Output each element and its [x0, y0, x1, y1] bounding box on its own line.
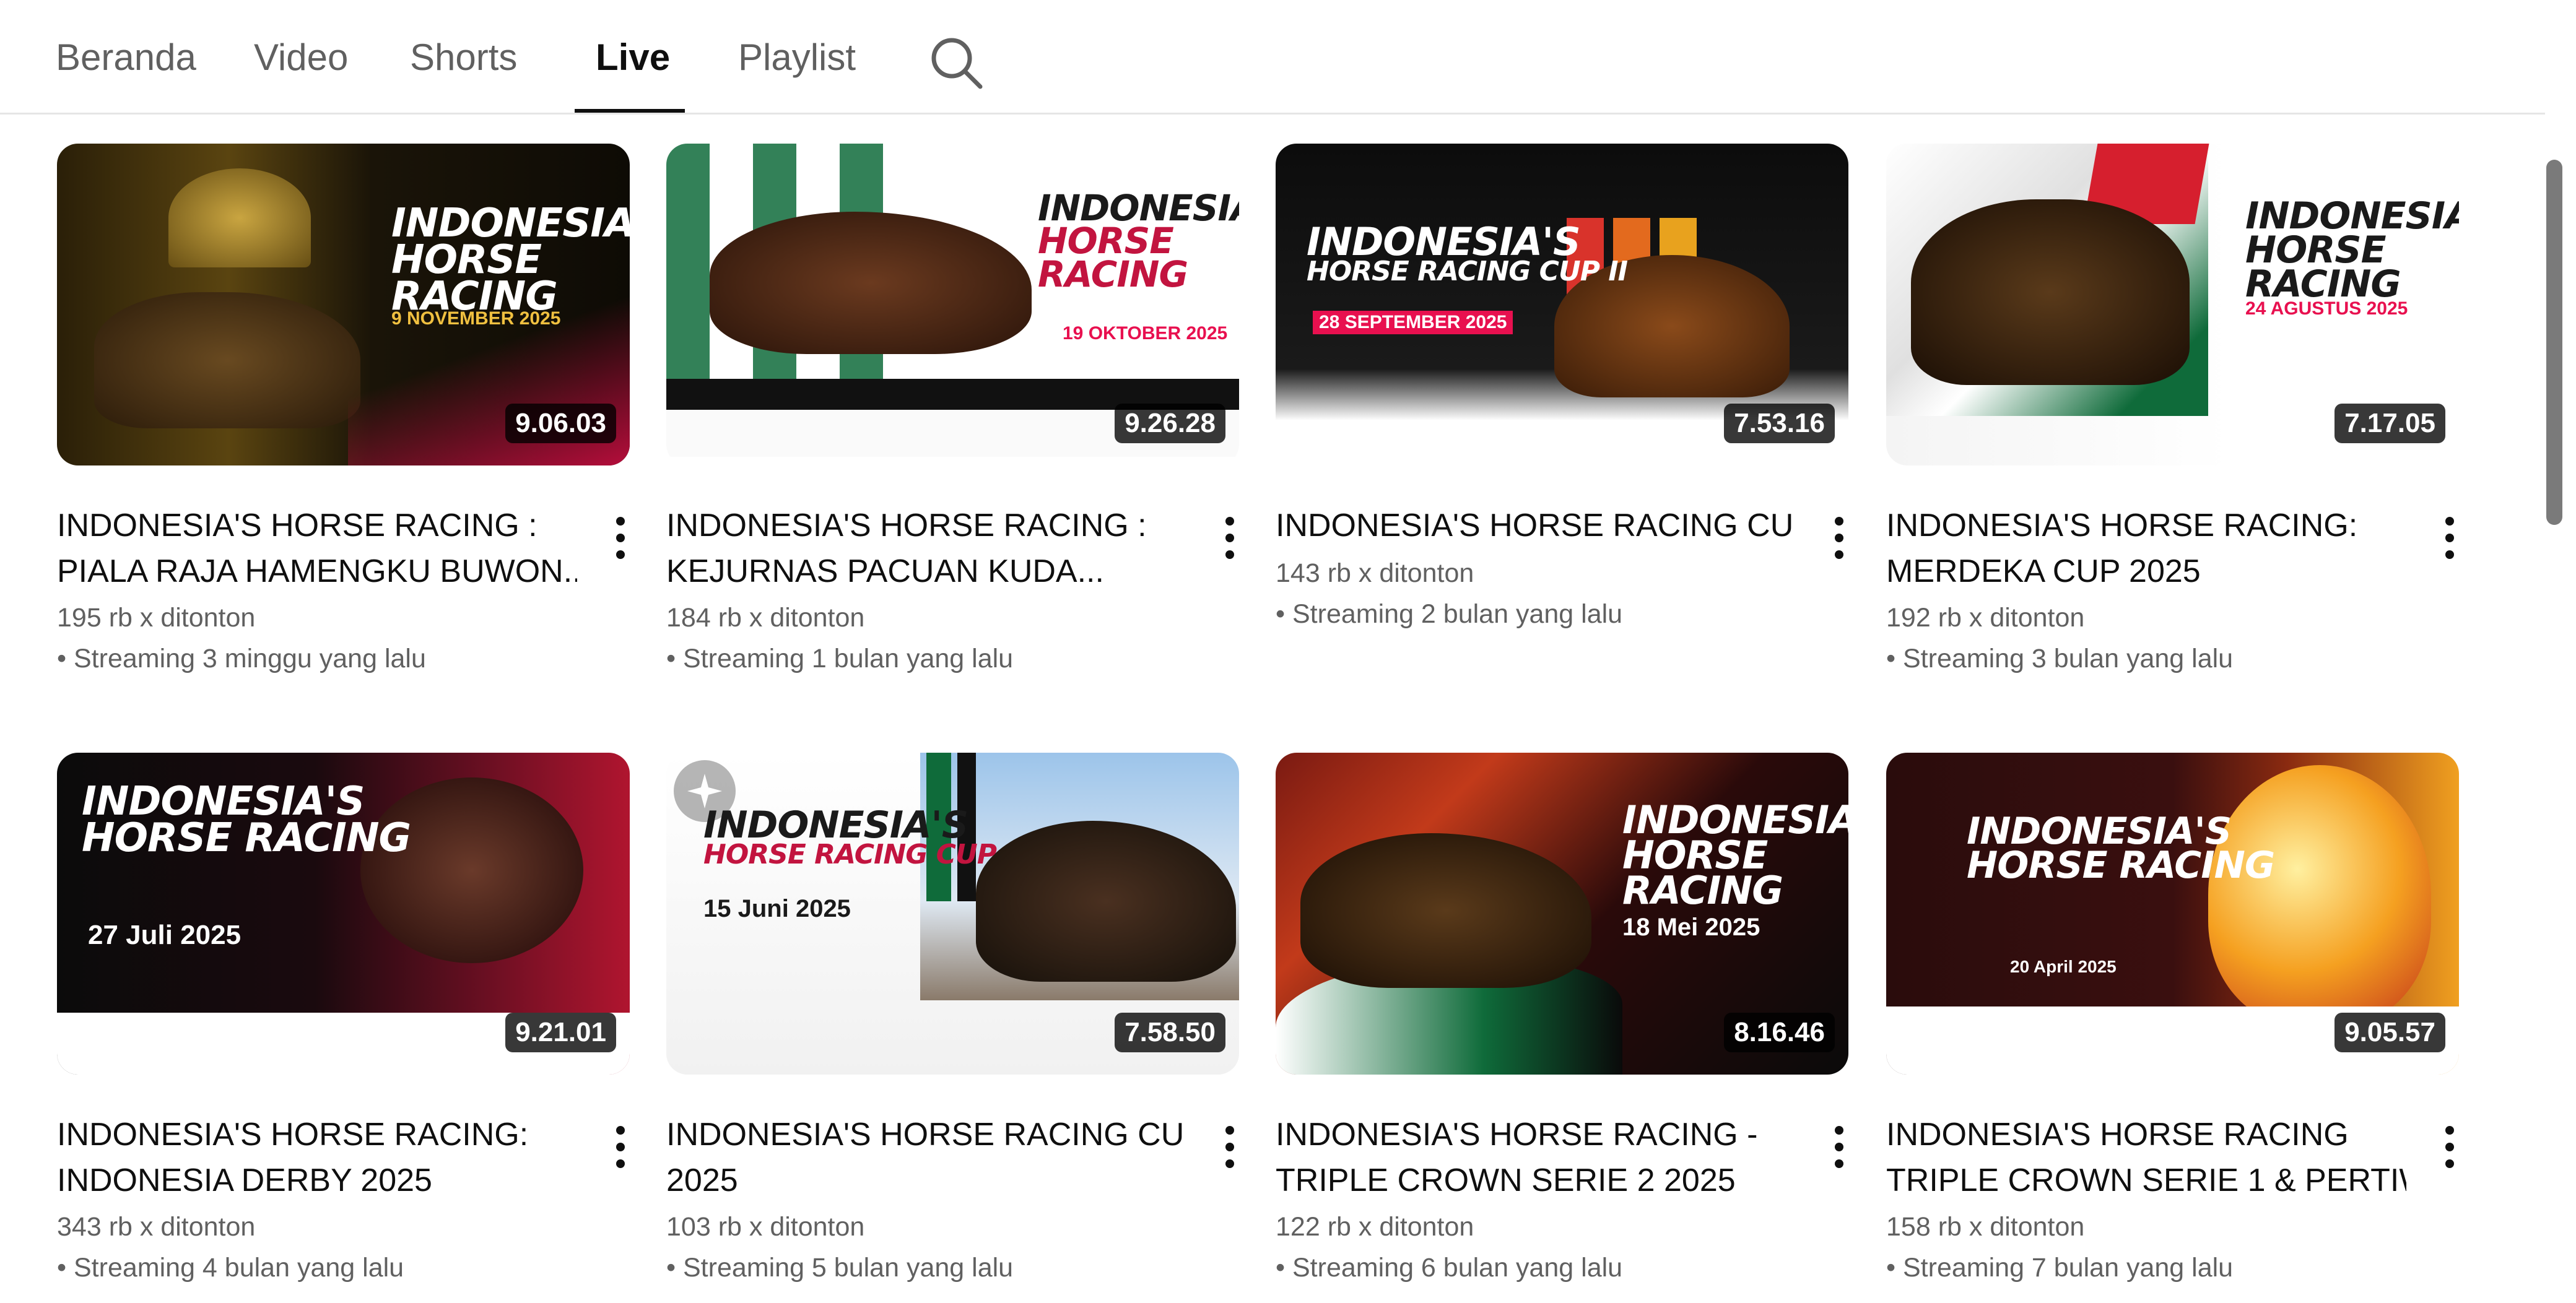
thumb-date: 15 Juni 2025: [703, 895, 851, 922]
video-thumbnail[interactable]: INDONESIA'S HORSE RACING 9 NOVEMBER 2025…: [57, 144, 630, 465]
view-count: 122 rb x ditonton: [1276, 1212, 1474, 1242]
thumb-brand: INDONESIA'S HORSE RACING: [2245, 194, 2459, 306]
stream-time: • Streaming 2 bulan yang lalu: [1276, 599, 1623, 629]
video-title[interactable]: INDONESIA'S HORSE RACING CUP 2025: [666, 1112, 1186, 1203]
stream-time: • Streaming 4 bulan yang lalu: [57, 1253, 404, 1283]
thumb-date: 9 NOVEMBER 2025: [391, 308, 561, 329]
view-count: 184 rb x ditonton: [666, 603, 865, 633]
video-title[interactable]: INDONESIA'S HORSE RACING CUP II: [1276, 503, 1796, 548]
more-options-icon[interactable]: [1827, 1119, 1852, 1175]
duration-badge: 9.21.01: [505, 1013, 616, 1052]
more-options-icon[interactable]: [608, 510, 633, 566]
view-count: 195 rb x ditonton: [57, 603, 256, 633]
duration-badge: 7.58.50: [1115, 1013, 1225, 1052]
stream-time: • Streaming 3 minggu yang lalu: [57, 644, 426, 673]
duration-badge: 8.16.46: [1724, 1013, 1835, 1052]
video-title[interactable]: INDONESIA'S HORSE RACING: MERDEKA CUP 20…: [1886, 503, 2406, 594]
stream-time: • Streaming 7 bulan yang lalu: [1886, 1253, 2234, 1283]
video-title[interactable]: INDONESIA'S HORSE RACING : KEJURNAS PACU…: [666, 503, 1186, 594]
scrollbar-thumb[interactable]: [2546, 160, 2562, 525]
thumb-brand: INDONESIA'S HORSE RACING: [82, 779, 411, 861]
more-options-icon[interactable]: [608, 1119, 633, 1175]
more-options-icon[interactable]: [2437, 1119, 2462, 1175]
tab-live[interactable]: Live: [575, 32, 685, 113]
video-thumbnail[interactable]: INDONESIA'S HORSE RACING 27 Juli 2025 9.…: [57, 753, 630, 1075]
thumb-brand: INDONESIA'S HORSE RACING CUP: [703, 803, 997, 871]
duration-badge: 9.06.03: [505, 404, 616, 443]
stream-time: • Streaming 3 bulan yang lalu: [1886, 644, 2234, 673]
thumb-brand: INDONESIA'S HORSE RACING CUP II: [1307, 219, 1628, 288]
stream-time: • Streaming 5 bulan yang lalu: [666, 1253, 1014, 1283]
thumb-brand: INDONESIA'S HORSE RACING: [1967, 810, 2275, 888]
stream-time: • Streaming 1 bulan yang lalu: [666, 644, 1014, 673]
tab-playlist[interactable]: Playlist: [738, 32, 856, 113]
tab-video[interactable]: Video: [254, 32, 348, 113]
duration-badge: 7.17.05: [2334, 404, 2445, 443]
video-title[interactable]: INDONESIA'S HORSE RACING - TRIPLE CROWN …: [1276, 1112, 1796, 1203]
thumb-date: 27 Juli 2025: [88, 920, 242, 950]
video-thumbnail[interactable]: INDONESIA'S HORSE RACING 18 Mei 2025 8.1…: [1276, 753, 1848, 1075]
search-icon[interactable]: [926, 32, 988, 94]
more-options-icon[interactable]: [1217, 1119, 1242, 1175]
thumb-brand: INDONESIA'S HORSE RACING: [1622, 797, 1848, 914]
duration-badge: 7.53.16: [1724, 404, 1835, 443]
thumb-brand: INDONESIA'S HORSE RACING: [391, 201, 630, 319]
duration-badge: 9.05.57: [2334, 1013, 2445, 1052]
thumb-date: 28 SEPTEMBER 2025: [1313, 311, 1513, 334]
tab-beranda[interactable]: Beranda: [56, 32, 196, 113]
more-options-icon[interactable]: [2437, 510, 2462, 566]
tab-shorts[interactable]: Shorts: [410, 32, 517, 113]
channel-tabs: Beranda Video Shorts Live Playlist: [0, 0, 2545, 115]
view-count: 192 rb x ditonton: [1886, 603, 2085, 633]
video-thumbnail[interactable]: INDONESIA'S HORSE RACING 24 AGUSTUS 2025…: [1886, 144, 2459, 465]
thumb-brand: INDONESIA'S HORSE RACING: [1038, 187, 1239, 295]
video-title[interactable]: INDONESIA'S HORSE RACING TRIPLE CROWN SE…: [1886, 1112, 2406, 1203]
thumb-date: 24 AGUSTUS 2025: [2245, 298, 2408, 319]
view-count: 343 rb x ditonton: [57, 1212, 256, 1242]
duration-badge: 9.26.28: [1115, 404, 1225, 443]
thumb-date: 18 Mei 2025: [1622, 914, 1760, 941]
more-options-icon[interactable]: [1827, 510, 1852, 566]
video-thumbnail[interactable]: INDONESIA'S HORSE RACING CUP 15 Juni 202…: [666, 753, 1239, 1075]
video-title[interactable]: INDONESIA'S HORSE RACING: INDONESIA DERB…: [57, 1112, 577, 1203]
thumb-date: 20 April 2025: [2010, 957, 2117, 976]
stream-time: • Streaming 6 bulan yang lalu: [1276, 1253, 1623, 1283]
video-thumbnail[interactable]: INDONESIA'S HORSE RACING CUP II 28 SEPTE…: [1276, 144, 1848, 465]
more-options-icon[interactable]: [1217, 510, 1242, 566]
view-count: 143 rb x ditonton: [1276, 558, 1474, 588]
video-title[interactable]: INDONESIA'S HORSE RACING : PIALA RAJA HA…: [57, 503, 577, 594]
video-thumbnail[interactable]: INDONESIA'S HORSE RACING 20 April 2025 9…: [1886, 753, 2459, 1075]
thumb-date: 19 OKTOBER 2025: [1063, 323, 1228, 344]
view-count: 103 rb x ditonton: [666, 1212, 865, 1242]
video-thumbnail[interactable]: INDONESIA'S HORSE RACING 19 OKTOBER 2025…: [666, 144, 1239, 465]
view-count: 158 rb x ditonton: [1886, 1212, 2085, 1242]
